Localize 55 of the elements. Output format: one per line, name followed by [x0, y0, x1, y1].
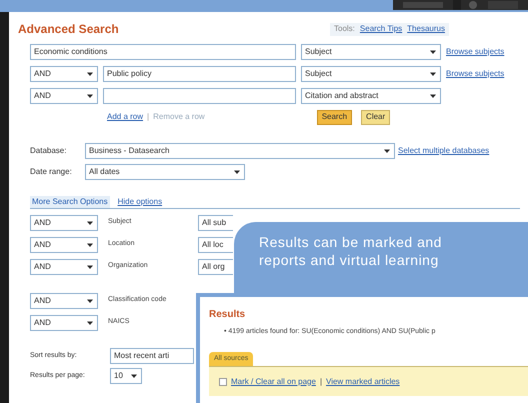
- operator-dropdown[interactable]: AND: [30, 88, 98, 104]
- dropdown-arrow-icon: [429, 70, 437, 78]
- field-dropdown[interactable]: Citation and abstract: [301, 88, 441, 104]
- operator-dropdown[interactable]: AND: [30, 258, 98, 274]
- date-range-label: Date range:: [30, 166, 73, 178]
- hide-options-link[interactable]: Hide options: [118, 196, 162, 208]
- multiple-databases-link[interactable]: Select multiple databases: [398, 145, 490, 157]
- browse-link[interactable]: Browse subjects: [446, 68, 504, 80]
- per-page-dropdown[interactable]: 10: [110, 368, 142, 384]
- callout-text: Results can be marked and: [259, 233, 443, 251]
- search-field[interactable]: Public policy: [103, 66, 296, 82]
- tools-label: Tools:: [334, 23, 355, 35]
- checkbox[interactable]: [219, 378, 227, 386]
- dropdown-arrow-icon: [86, 240, 94, 248]
- dropdown-arrow-icon: [86, 318, 94, 326]
- sort-dropdown[interactable]: Most recent arti: [110, 348, 194, 364]
- results-title: Results: [209, 308, 246, 322]
- operator-dropdown[interactable]: AND: [30, 66, 98, 82]
- operator-dropdown[interactable]: AND: [30, 214, 98, 230]
- mark-clear-link[interactable]: Mark / Clear all on page: [231, 376, 316, 388]
- add-row-link[interactable]: Add a row: [107, 111, 144, 123]
- view-marked-link[interactable]: View marked articles: [326, 376, 400, 388]
- operator-dropdown[interactable]: AND: [30, 292, 98, 308]
- dropdown-arrow-icon: [86, 92, 94, 100]
- dropdown-arrow-icon: [130, 372, 138, 380]
- dropdown-arrow-icon: [86, 218, 94, 226]
- dropdown-arrow-icon: [86, 296, 94, 304]
- search-field[interactable]: Economic conditions: [30, 44, 296, 60]
- field-dropdown[interactable]: Subject: [301, 44, 441, 60]
- dropdown-arrow-icon: [383, 147, 391, 155]
- tools-link[interactable]: Thesaurus: [407, 23, 445, 35]
- date-range-dropdown[interactable]: All dates: [85, 164, 245, 180]
- option-dropdown[interactable]: All loc: [198, 236, 233, 252]
- dropdown-arrow-icon: [86, 262, 94, 270]
- dropdown-arrow-icon: [233, 168, 241, 176]
- field-dropdown[interactable]: Subject: [301, 66, 441, 82]
- search-button[interactable]: Search: [316, 110, 352, 124]
- callout-text: reports and virtual learning: [259, 251, 440, 269]
- operator-dropdown[interactable]: AND: [30, 236, 98, 252]
- dropdown-arrow-icon: [429, 92, 437, 100]
- database-label: Database:: [30, 145, 68, 157]
- page-title: Advanced Search: [18, 21, 120, 38]
- option-dropdown[interactable]: All org: [198, 258, 233, 274]
- option-dropdown[interactable]: All sub: [198, 214, 233, 230]
- browse-link[interactable]: Browse subjects: [446, 46, 504, 58]
- separator: |: [320, 376, 322, 388]
- dropdown-arrow-icon: [86, 70, 94, 78]
- database-dropdown[interactable]: Business - Datasearch: [85, 143, 395, 159]
- options-tab[interactable]: More Search Options: [30, 196, 110, 208]
- separator: |: [147, 111, 150, 123]
- dropdown-arrow-icon: [429, 48, 437, 56]
- operator-dropdown[interactable]: AND: [30, 314, 98, 330]
- tools-link[interactable]: Search Tips: [360, 23, 402, 35]
- clear-button[interactable]: Clear: [361, 110, 390, 124]
- search-field[interactable]: [103, 88, 296, 104]
